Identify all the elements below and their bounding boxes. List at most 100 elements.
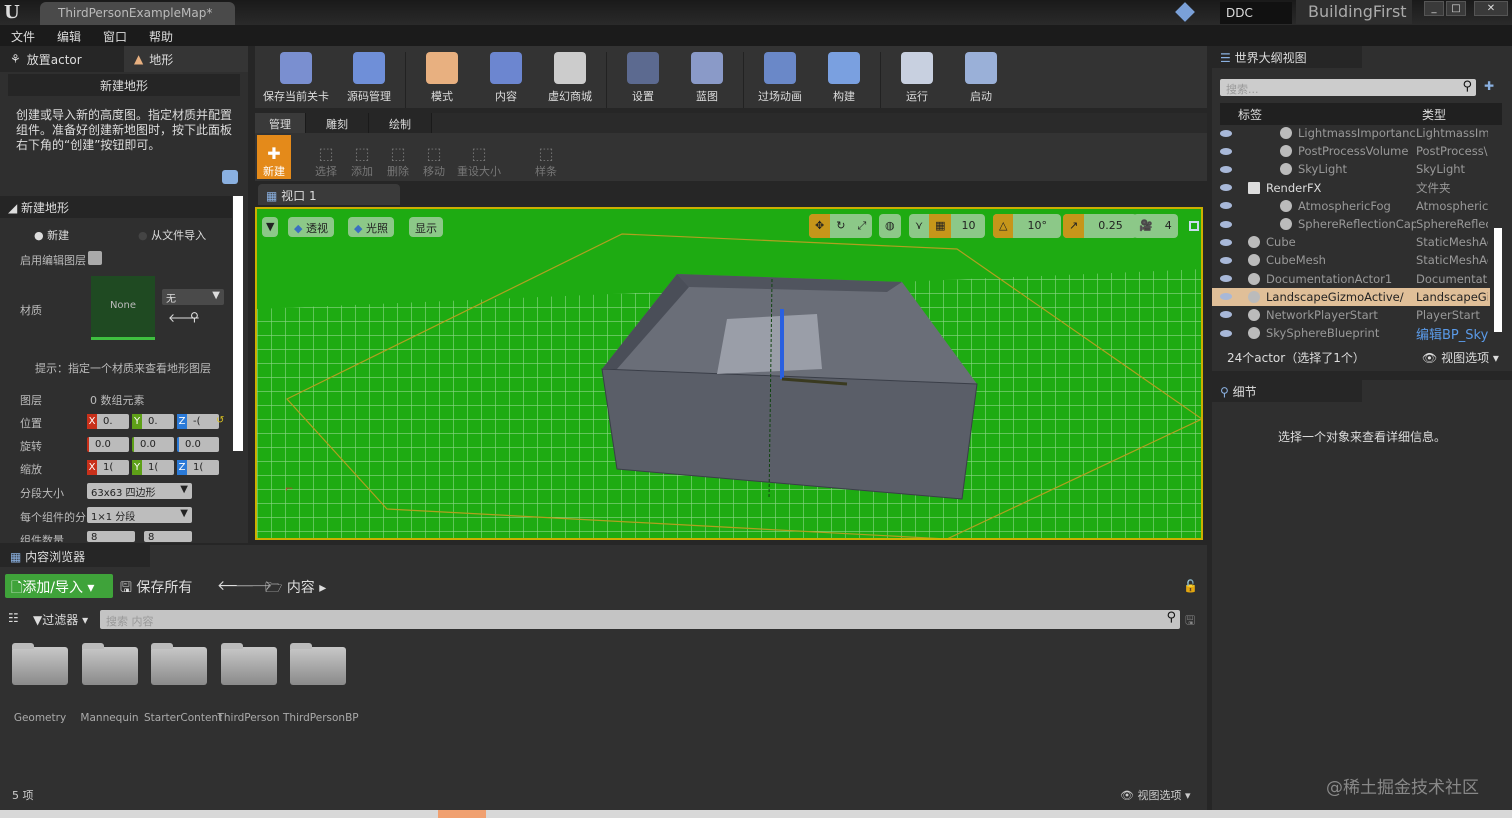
outliner-row[interactable]: SkySphereBlueprint 编辑BP_Sky — [1212, 324, 1490, 343]
rotation-snap-value[interactable]: 10° — [1013, 214, 1061, 238]
landscape-tool-4[interactable]: ⬚ 移动 — [417, 135, 451, 179]
translate-icon[interactable]: ✥ — [809, 214, 831, 238]
outliner-row[interactable]: NetworkPlayerStart PlayerStart — [1212, 306, 1490, 324]
toolbar-button-9[interactable]: 运行 — [885, 48, 949, 108]
menu-window[interactable]: 窗口 — [92, 25, 138, 46]
outliner-row[interactable]: LightmassImportance LightmassImp — [1212, 124, 1490, 142]
outliner-row[interactable]: DocumentationActor1 Documentatic — [1212, 270, 1490, 288]
scale-y[interactable]: Y 1( — [132, 460, 174, 475]
radio-import[interactable]: ● 从文件导入 — [138, 227, 206, 243]
folder-name[interactable]: StarterContent — [144, 712, 222, 724]
viewport-options-dropdown[interactable]: ▼ — [262, 217, 279, 237]
scale-icon[interactable]: ⤢ — [851, 214, 872, 238]
outliner-tab[interactable]: ☰ 世界大纲视图 — [1212, 46, 1362, 68]
location-y[interactable]: Y 0. — [132, 414, 174, 429]
rotation-pitch[interactable]: 0.0 — [132, 437, 174, 452]
landscape-tool-0[interactable]: ✚ 新建 — [257, 135, 291, 179]
visibility-eye-icon[interactable] — [1220, 165, 1232, 173]
folder-name[interactable]: Geometry — [5, 712, 75, 724]
grid-snap-icon[interactable]: ▦ — [929, 214, 952, 238]
tab-place-actor[interactable]: ⚘ 放置actor — [0, 46, 124, 72]
grid-snap-value[interactable]: 10 — [951, 214, 985, 238]
outliner-search-input[interactable]: 搜索... ⚲ — [1220, 79, 1476, 96]
menu-help[interactable]: 帮助 — [138, 25, 184, 46]
landscape-tool-1[interactable]: ⬚ 选择 — [309, 135, 343, 179]
toolbar-button-8[interactable]: 构建 — [812, 48, 876, 108]
scale-x[interactable]: X 1( — [87, 460, 129, 475]
content-search-input[interactable]: 搜索 内容 ⚲ — [100, 610, 1180, 629]
rotation-snap-icon[interactable]: △ — [993, 214, 1014, 238]
folder-name[interactable]: Mannequin — [75, 712, 145, 724]
toolbar-button-2[interactable]: 模式 — [410, 48, 474, 108]
subsection-new-landscape[interactable]: ◢ 新建地形 — [0, 196, 232, 218]
folder-name[interactable]: ThirdPerson — [214, 712, 284, 724]
actor-type[interactable]: 编辑BP_Sky — [1416, 324, 1488, 343]
outliner-row[interactable]: LandscapeGizmoActive/ LandscapeGiz — [1212, 287, 1490, 306]
scrollbar[interactable] — [233, 196, 243, 451]
save-all-button[interactable]: 🖫 保存所有 — [120, 577, 192, 601]
visibility-eye-icon[interactable] — [1220, 202, 1232, 210]
outliner-row[interactable]: Cube StaticMeshAc — [1212, 233, 1490, 251]
surface-snap-icon[interactable]: ⋎ — [909, 214, 929, 238]
enable-layers-checkbox[interactable] — [88, 251, 102, 265]
reset-icon[interactable]: ↺ — [216, 415, 224, 426]
scale-z[interactable]: Z 1( — [177, 460, 219, 475]
column-type[interactable]: 类型 — [1416, 103, 1452, 125]
rotate-icon[interactable]: ↻ — [830, 214, 851, 238]
tab-sculpt[interactable]: 雕刻 — [306, 113, 369, 133]
toolbar-button-5[interactable]: 设置 — [611, 48, 675, 108]
outliner-row[interactable]: RenderFX 文件夹 — [1212, 179, 1490, 197]
outliner-view-options[interactable]: 👁 视图选项 ▾ — [1422, 349, 1499, 366]
tab-manage[interactable]: 管理 — [255, 113, 306, 133]
add-folder-icon[interactable]: ✚ — [1484, 79, 1494, 93]
location-z[interactable]: Z -( — [177, 414, 219, 429]
details-tab[interactable]: ⚲ 细节 — [1212, 380, 1362, 402]
map-tab[interactable]: ThirdPersonExampleMap* — [40, 2, 235, 25]
visibility-eye-icon[interactable] — [1220, 256, 1232, 264]
section-new-landscape[interactable]: 新建地形 — [8, 74, 240, 96]
maximize-viewport-icon[interactable] — [1189, 221, 1199, 231]
level-viewport[interactable]: ▼ ◆ 透视 ◆ 光照 显示 ✥ ↻ ⤢ ◍ ⋎ ▦ 10 △ 10° ↗ 0.25 🎥 4 … — [255, 207, 1203, 540]
scale-snap-icon[interactable]: ↗ — [1063, 214, 1085, 238]
viewport-tab[interactable]: ▦ 视口 1 — [258, 184, 400, 205]
components-y[interactable]: 8 — [144, 531, 192, 543]
folder-icon[interactable] — [81, 643, 138, 685]
scale-snap-value[interactable]: 0.25 — [1084, 214, 1137, 238]
visibility-eye-icon[interactable] — [1220, 220, 1232, 228]
outliner-row[interactable]: AtmosphericFog AtmosphericF — [1212, 197, 1490, 215]
visibility-eye-icon[interactable] — [1220, 238, 1232, 246]
material-thumbnail[interactable]: None — [91, 276, 155, 340]
visibility-eye-icon[interactable] — [1220, 147, 1232, 155]
world-local-toggle[interactable]: ◍ — [879, 214, 901, 238]
show-button[interactable]: 显示 — [409, 217, 443, 237]
section-size-combo[interactable]: 63x63 四边形 ▼ — [87, 483, 192, 499]
sources-toggle-icon[interactable]: ☷ — [8, 611, 19, 625]
visibility-eye-icon[interactable] — [1220, 184, 1232, 192]
column-label[interactable]: 标签 — [1220, 103, 1416, 125]
rotation-yaw[interactable]: 0.0 — [177, 437, 219, 452]
visibility-eye-icon[interactable] — [1220, 311, 1232, 319]
folder-icon[interactable] — [220, 643, 277, 685]
lock-icon[interactable]: 🔓 — [1183, 579, 1198, 593]
tab-landscape[interactable]: ▲ 地形 — [124, 46, 248, 72]
outliner-scrollbar[interactable] — [1494, 228, 1502, 332]
folder-icon[interactable] — [12, 643, 68, 685]
outliner-row[interactable]: SkyLight SkyLight — [1212, 160, 1490, 178]
toolbar-button-4[interactable]: 虚幻商城 — [538, 48, 602, 108]
menu-edit[interactable]: 编辑 — [46, 25, 92, 46]
browse-search-icon[interactable]: ⚲ — [190, 310, 199, 324]
toolbar-button-0[interactable]: 保存当前关卡 — [255, 48, 337, 108]
rotation-roll[interactable]: 0.0 — [87, 437, 129, 452]
toolbar-button-10[interactable]: 启动 — [949, 48, 1013, 108]
landscape-tool-2[interactable]: ⬚ 添加 — [345, 135, 379, 179]
folder-icon[interactable] — [290, 643, 346, 685]
visibility-eye-icon[interactable] — [1220, 275, 1232, 283]
path-breadcrumb[interactable]: 🗁 内容 ▸ — [265, 577, 326, 601]
tab-paint[interactable]: 绘制 — [369, 113, 432, 133]
visibility-eye-icon[interactable] — [1220, 293, 1232, 301]
outliner-row[interactable]: SphereReflectionCapt SphereReflec — [1212, 215, 1490, 233]
add-import-button[interactable]: 🗋添加/导入 ▾ — [5, 574, 113, 598]
folder-name[interactable]: ThirdPersonBP — [283, 712, 359, 724]
save-search-icon[interactable]: 🖫 — [1185, 611, 1195, 632]
menu-file[interactable]: 文件 — [0, 25, 46, 46]
